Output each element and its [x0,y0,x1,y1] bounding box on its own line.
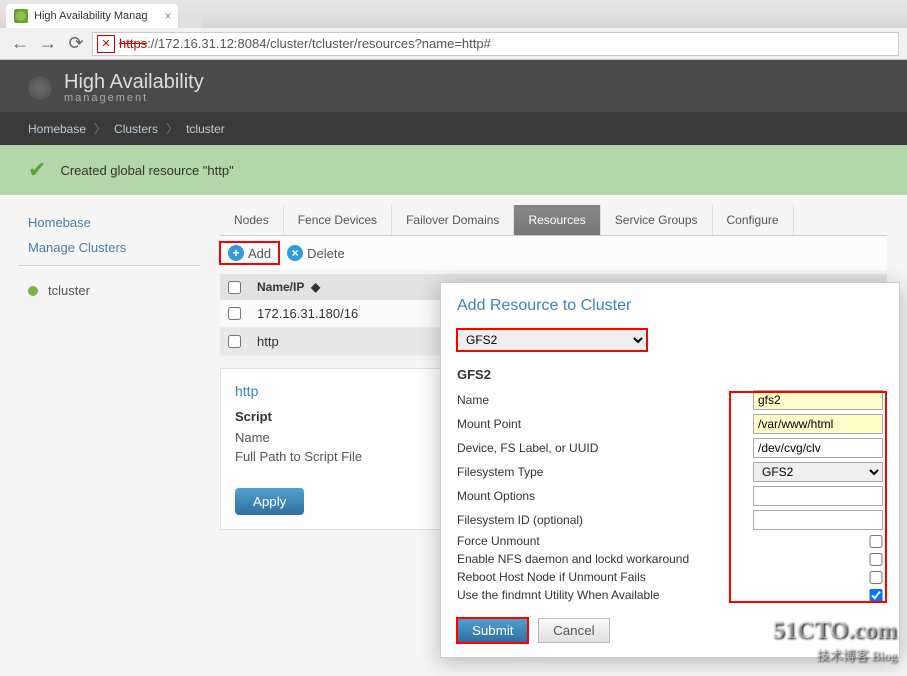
sidebar-home[interactable]: Homebase [28,215,200,230]
divider [18,265,200,267]
label-device: Device, FS Label, or UUID [457,441,753,455]
resource-type-select[interactable]: GFS2 [457,329,647,351]
label-fsid: Filesystem ID (optional) [457,513,753,527]
url-struck: https [119,36,147,51]
forward-button[interactable]: → [36,32,60,56]
fsid-input[interactable] [753,510,883,530]
row-checkbox[interactable] [228,307,241,320]
logo-icon [28,76,52,100]
mountopts-input[interactable] [753,486,883,506]
tab-close-icon[interactable]: × [165,9,172,23]
app-subtitle: management [64,92,204,104]
tab-title: High Availability Manag [34,10,148,22]
delete-label: Delete [307,246,345,261]
delete-button[interactable]: × Delete [279,242,353,264]
breadcrumb-home[interactable]: Homebase [28,122,86,136]
favicon-icon [14,9,28,23]
tab-configure[interactable]: Configure [713,205,794,235]
plus-icon: + [228,245,244,261]
apply-button[interactable]: Apply [235,488,304,515]
sidebar-manage[interactable]: Manage Clusters [28,240,200,255]
add-label: Add [248,246,271,261]
app-header: High Availability management [0,60,907,112]
label-findmnt: Use the findmnt Utility When Available [457,588,869,602]
content-tabs: Nodes Fence Devices Failover Domains Res… [220,205,887,236]
new-tab-button[interactable] [180,10,202,28]
label-fstype: Filesystem Type [457,465,753,479]
breadcrumb-leaf: tcluster [186,122,225,136]
row-name: http [257,334,279,349]
add-resource-dialog: Add Resource to Cluster GFS2 GFS2 Name M… [440,282,900,658]
reload-button[interactable]: ⟳ [64,32,88,56]
name-input[interactable] [753,390,883,410]
reboot-checkbox[interactable] [869,571,883,584]
tab-resources[interactable]: Resources [514,205,600,235]
status-dot-icon [28,286,38,296]
breadcrumb: Homebase 〉 Clusters 〉 tcluster [0,112,907,145]
browser-tab[interactable]: High Availability Manag × [6,4,178,28]
nfs-workaround-checkbox[interactable] [869,553,883,566]
address-bar[interactable]: ✕ https ://172.16.31.12:8084/cluster/tcl… [92,32,899,56]
sidebar-cluster-item[interactable]: tcluster [28,277,200,304]
cancel-button[interactable]: Cancel [538,618,610,643]
dialog-subtitle: GFS2 [457,367,883,382]
tab-service-groups[interactable]: Service Groups [601,205,713,235]
tab-fence[interactable]: Fence Devices [284,205,392,235]
label-mountpoint: Mount Point [457,417,753,431]
chevron-right-icon: 〉 [166,120,178,137]
app-title: High Availability [64,72,204,92]
browser-toolbar: ← → ⟳ ✕ https ://172.16.31.12:8084/clust… [0,28,907,60]
flash-message: ✔ Created global resource "http" [0,145,907,195]
row-checkbox[interactable] [228,335,241,348]
mountpoint-input[interactable] [753,414,883,434]
fstype-select[interactable]: GFS2 [753,462,883,482]
tab-nodes[interactable]: Nodes [220,205,284,235]
label-reboot: Reboot Host Node if Unmount Fails [457,570,869,584]
sidebar: Homebase Manage Clusters tcluster [0,195,200,540]
tab-failover[interactable]: Failover Domains [392,205,514,235]
dialog-title: Add Resource to Cluster [457,297,883,315]
cluster-name: tcluster [48,283,90,298]
label-force: Force Unmount [457,534,869,548]
check-icon: ✔ [28,157,46,183]
add-button[interactable]: + Add [220,242,279,264]
sort-icon[interactable]: ◆ [311,280,320,294]
findmnt-checkbox[interactable] [869,589,883,602]
label-name: Name [457,393,753,407]
col-name[interactable]: Name/IP [257,280,304,294]
browser-tab-strip: High Availability Manag × [0,0,907,28]
device-input[interactable] [753,438,883,458]
submit-button[interactable]: Submit [457,618,528,643]
force-unmount-checkbox[interactable] [869,535,883,548]
label-mountopts: Mount Options [457,489,753,503]
select-all-checkbox[interactable] [228,281,241,294]
action-bar: + Add × Delete [220,236,887,270]
row-name: 172.16.31.180/16 [257,306,358,321]
breadcrumb-clusters[interactable]: Clusters [114,122,158,136]
insecure-icon: ✕ [97,35,115,53]
flash-text: Created global resource "http" [60,163,233,178]
chevron-right-icon: 〉 [94,120,106,137]
x-icon: × [287,245,303,261]
label-nfs: Enable NFS daemon and lockd workaround [457,552,869,566]
back-button[interactable]: ← [8,32,32,56]
url-rest: ://172.16.31.12:8084/cluster/tcluster/re… [147,36,491,51]
